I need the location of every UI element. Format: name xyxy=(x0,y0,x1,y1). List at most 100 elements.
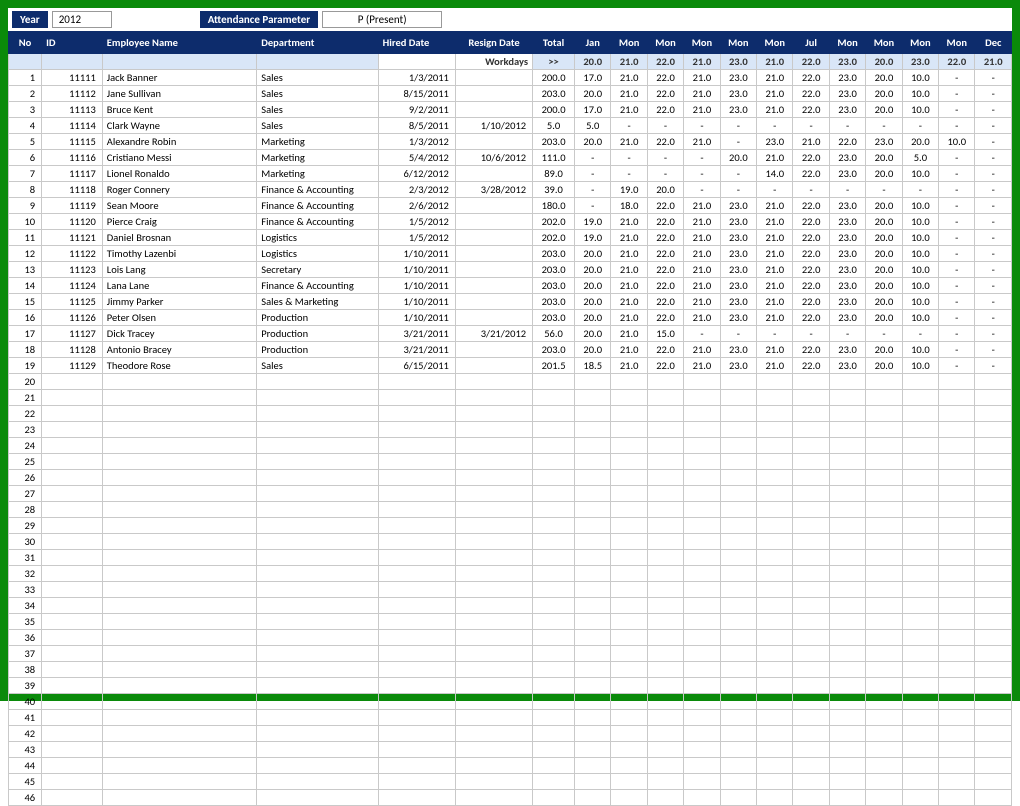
cell-empty[interactable] xyxy=(975,502,1012,518)
cell-empty[interactable] xyxy=(902,518,938,534)
cell-empty[interactable] xyxy=(455,614,532,630)
cell-empty[interactable] xyxy=(575,630,611,646)
cell-month-1[interactable]: 21.0 xyxy=(611,294,647,310)
cell-month-6[interactable]: 22.0 xyxy=(793,278,829,294)
cell-empty[interactable] xyxy=(42,614,103,630)
cell-empty[interactable] xyxy=(866,598,902,614)
cell-empty[interactable] xyxy=(975,486,1012,502)
cell-empty[interactable] xyxy=(257,374,378,390)
year-input[interactable]: 2012 xyxy=(52,11,112,28)
cell-month-6[interactable]: 22.0 xyxy=(793,310,829,326)
cell-empty[interactable] xyxy=(533,774,575,790)
cell-empty[interactable] xyxy=(829,614,865,630)
cell-empty[interactable] xyxy=(866,662,902,678)
table-row-empty[interactable]: 39 xyxy=(9,678,1012,694)
cell-dept[interactable]: Finance & Accounting xyxy=(257,214,378,230)
cell-empty[interactable] xyxy=(378,406,455,422)
cell-empty[interactable] xyxy=(378,438,455,454)
cell-month-8[interactable]: 20.0 xyxy=(866,278,902,294)
cell-empty[interactable] xyxy=(939,614,975,630)
cell-empty[interactable] xyxy=(533,710,575,726)
cell-month-3[interactable]: 21.0 xyxy=(684,214,720,230)
table-row[interactable]: 1511125Jimmy ParkerSales & Marketing1/10… xyxy=(9,294,1012,310)
cell-empty[interactable] xyxy=(611,518,647,534)
cell-empty[interactable] xyxy=(42,710,103,726)
cell-empty[interactable] xyxy=(902,774,938,790)
cell-empty[interactable] xyxy=(902,502,938,518)
cell-empty[interactable] xyxy=(720,470,756,486)
cell-empty[interactable] xyxy=(975,598,1012,614)
cell-empty[interactable] xyxy=(720,646,756,662)
cell-empty[interactable] xyxy=(647,678,683,694)
cell-empty[interactable] xyxy=(378,486,455,502)
cell-month-10[interactable]: - xyxy=(939,118,975,134)
cell-empty[interactable] xyxy=(757,406,793,422)
cell-month-0[interactable]: 20.0 xyxy=(575,326,611,342)
cell-empty[interactable] xyxy=(793,406,829,422)
cell-hired[interactable]: 1/10/2011 xyxy=(378,278,455,294)
cell-no[interactable]: 14 xyxy=(9,278,42,294)
cell-month-6[interactable]: 21.0 xyxy=(793,134,829,150)
cell-empty[interactable] xyxy=(575,726,611,742)
cell-resign[interactable] xyxy=(455,86,532,102)
cell-month-11[interactable]: - xyxy=(975,246,1012,262)
cell-empty[interactable] xyxy=(42,502,103,518)
cell-empty[interactable] xyxy=(975,566,1012,582)
cell-empty[interactable] xyxy=(720,374,756,390)
cell-month-8[interactable]: 20.0 xyxy=(866,86,902,102)
cell-empty[interactable] xyxy=(533,614,575,630)
cell-month-5[interactable]: 21.0 xyxy=(757,278,793,294)
cell-month-1[interactable]: - xyxy=(611,166,647,182)
cell-empty[interactable] xyxy=(866,406,902,422)
cell-empty[interactable] xyxy=(866,710,902,726)
table-row[interactable]: 411114Clark WayneSales8/5/20111/10/20125… xyxy=(9,118,1012,134)
cell-month-11[interactable]: - xyxy=(975,166,1012,182)
cell-month-5[interactable]: 21.0 xyxy=(757,294,793,310)
cell-month-3[interactable]: 21.0 xyxy=(684,102,720,118)
col-header-month-5[interactable]: Mon xyxy=(757,32,793,54)
cell-empty[interactable] xyxy=(793,758,829,774)
cell-empty[interactable] xyxy=(575,406,611,422)
cell-empty[interactable] xyxy=(42,662,103,678)
cell-name[interactable]: Lana Lane xyxy=(102,278,256,294)
cell-empty[interactable] xyxy=(455,470,532,486)
cell-empty[interactable] xyxy=(611,614,647,630)
cell-empty[interactable] xyxy=(939,550,975,566)
cell-dept[interactable]: Production xyxy=(257,342,378,358)
cell-empty[interactable] xyxy=(611,470,647,486)
cell-empty[interactable] xyxy=(793,534,829,550)
cell-empty[interactable] xyxy=(939,534,975,550)
cell-empty[interactable] xyxy=(42,374,103,390)
cell-empty[interactable] xyxy=(975,534,1012,550)
cell-month-8[interactable]: 20.0 xyxy=(866,214,902,230)
col-header-hired[interactable]: Hired Date xyxy=(378,32,455,54)
table-row[interactable]: 211112Jane SullivanSales8/15/2011203.020… xyxy=(9,86,1012,102)
cell-empty[interactable] xyxy=(757,662,793,678)
cell-empty[interactable] xyxy=(866,694,902,710)
cell-empty[interactable] xyxy=(866,550,902,566)
cell-empty[interactable] xyxy=(455,774,532,790)
cell-empty[interactable] xyxy=(902,598,938,614)
cell-month-11[interactable]: - xyxy=(975,342,1012,358)
cell-no[interactable]: 12 xyxy=(9,246,42,262)
cell-month-7[interactable]: - xyxy=(829,118,865,134)
cell-month-9[interactable]: - xyxy=(902,326,938,342)
cell-empty[interactable] xyxy=(866,646,902,662)
cell-empty[interactable] xyxy=(902,422,938,438)
cell-empty[interactable] xyxy=(975,390,1012,406)
cell-id[interactable]: 11125 xyxy=(42,294,103,310)
cell-empty[interactable] xyxy=(533,470,575,486)
cell-empty[interactable] xyxy=(793,710,829,726)
cell-no[interactable]: 15 xyxy=(9,294,42,310)
cell-empty[interactable] xyxy=(533,438,575,454)
cell-empty[interactable] xyxy=(257,742,378,758)
cell-empty[interactable] xyxy=(455,726,532,742)
cell-empty[interactable] xyxy=(102,694,256,710)
cell-empty[interactable] xyxy=(757,630,793,646)
cell-empty[interactable] xyxy=(793,790,829,806)
cell-no[interactable]: 34 xyxy=(9,598,42,614)
cell-empty[interactable] xyxy=(684,710,720,726)
cell-month-9[interactable]: 20.0 xyxy=(902,134,938,150)
cell-month-3[interactable]: 21.0 xyxy=(684,310,720,326)
cell-empty[interactable] xyxy=(611,630,647,646)
